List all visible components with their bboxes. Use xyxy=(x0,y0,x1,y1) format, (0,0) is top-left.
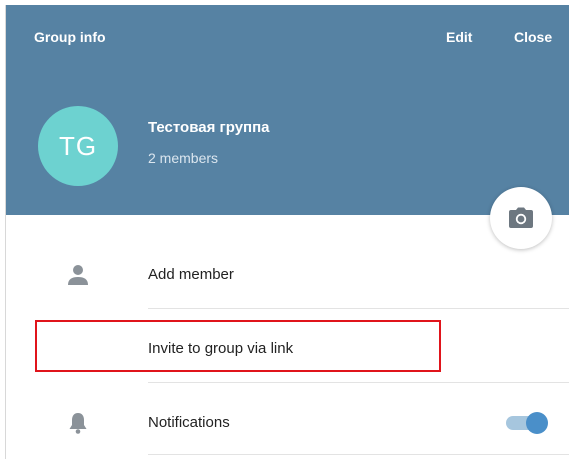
invite-link-highlight xyxy=(35,320,441,372)
group-info-panel: Group info Edit Close TG Тестовая группа… xyxy=(5,5,569,459)
add-member-label: Add member xyxy=(148,266,234,283)
group-avatar: TG xyxy=(38,106,118,186)
camera-icon xyxy=(509,207,533,228)
row-divider xyxy=(148,382,569,383)
row-divider xyxy=(148,454,569,455)
edit-button[interactable]: Edit xyxy=(446,29,472,45)
row-divider xyxy=(148,308,569,309)
add-member-row[interactable]: Add member xyxy=(6,238,569,312)
avatar-initials: TG xyxy=(58,130,98,161)
close-button[interactable]: Close xyxy=(514,29,552,45)
notifications-label: Notifications xyxy=(148,414,230,431)
notifications-row[interactable]: Notifications xyxy=(6,386,569,459)
person-icon xyxy=(66,263,90,287)
notifications-toggle[interactable] xyxy=(506,412,550,434)
toggle-knob xyxy=(526,412,548,434)
group-member-count: 2 members xyxy=(148,150,219,166)
panel-title: Group info xyxy=(34,29,106,45)
bell-icon xyxy=(66,411,90,435)
group-info-header: Group info Edit Close TG Тестовая группа… xyxy=(6,5,569,215)
group-name: Тестовая группа xyxy=(148,119,270,136)
